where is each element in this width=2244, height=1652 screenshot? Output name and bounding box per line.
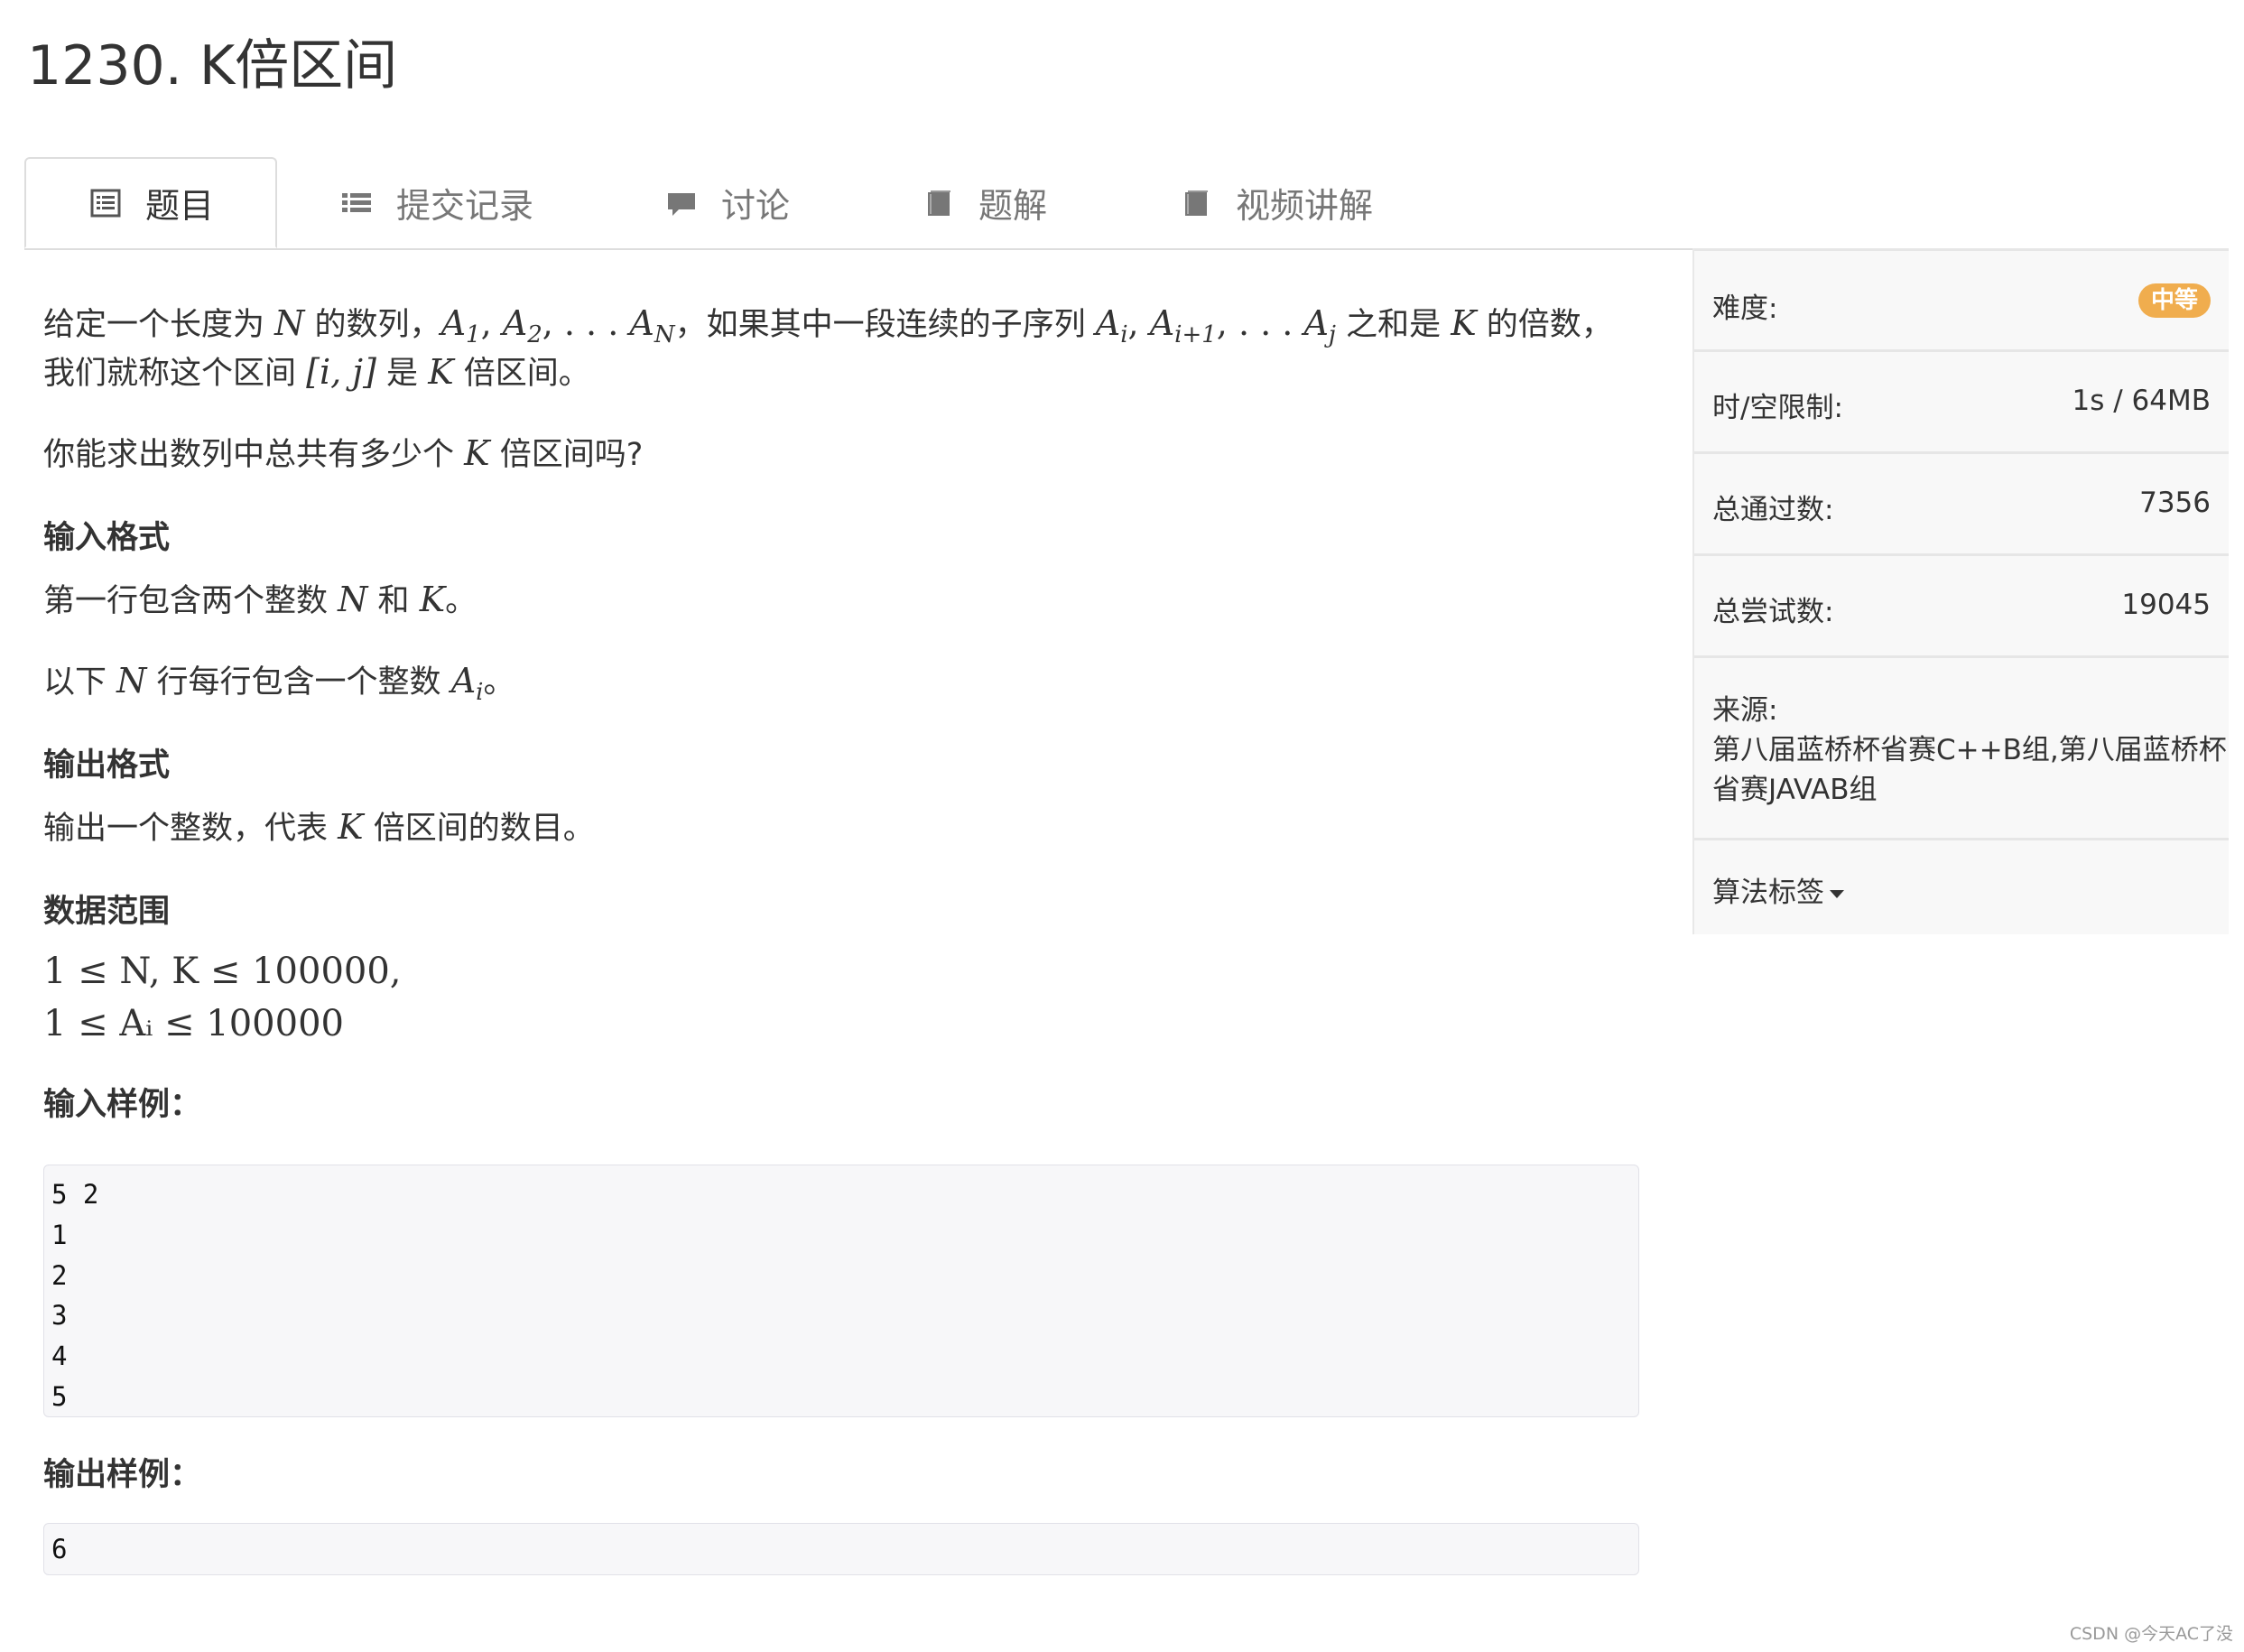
passed-label: 总通过数:: [1712, 494, 1834, 526]
desc-line-2: 我们就称这个区间 [i, j] 是 K 倍区间。: [43, 352, 590, 392]
problem-info-sidebar: 难度: 中等 时/空限制: 1s / 64MB 总通过数: 7356 总尝试数:…: [1692, 248, 2229, 934]
tab-label: 视频讲解: [1236, 186, 1374, 226]
input-line-2: 以下 N 行每行包含一个整数 Ai。: [43, 661, 515, 706]
question-line: 你能求出数列中总共有多少个 K 倍区间吗?: [43, 433, 644, 473]
passed-value: 7356: [2139, 487, 2211, 519]
tab-label: 提交记录: [396, 186, 534, 226]
page-title: 1230. K倍区间: [27, 34, 398, 97]
watermark: CSDN @今天AC了没: [2069, 1624, 2233, 1644]
algorithm-tags-row[interactable]: 算法标签: [1694, 838, 2229, 934]
tab-submissions[interactable]: 提交记录: [340, 157, 533, 248]
input-line-1: 第一行包含两个整数 N 和 K。: [43, 580, 478, 619]
comment-icon: [665, 187, 698, 219]
code-line: 5 2: [51, 1179, 99, 1210]
book-icon: [1180, 187, 1212, 219]
tab-label: 题目: [145, 186, 215, 226]
book-icon: [923, 187, 955, 219]
tab-discussion[interactable]: 讨论: [665, 157, 790, 248]
limit-value: 1s / 64MB: [2072, 385, 2212, 417]
tries-row: 总尝试数: 19045: [1694, 553, 2229, 655]
algorithm-tags-toggle[interactable]: 算法标签: [1712, 869, 1844, 910]
desc-line-1: 给定一个长度为 N 的数列，A1, A2, . . . AN，如果其中一段连续的…: [43, 303, 1613, 348]
output-line: 输出一个整数，代表 K 倍区间的数目。: [43, 807, 595, 847]
difficulty-row: 难度: 中等: [1694, 248, 2229, 349]
code-line: 5: [51, 1380, 68, 1412]
tab-label: 讨论: [721, 186, 791, 226]
tab-solutions[interactable]: 题解: [923, 157, 1047, 248]
limit-row: 时/空限制: 1s / 64MB: [1694, 349, 2229, 451]
data-range-heading: 数据范围: [43, 894, 171, 930]
difficulty-label: 难度:: [1712, 292, 1778, 325]
problem-description: 给定一个长度为 N 的数列，A1, A2, . . . AN，如果其中一段连续的…: [43, 298, 1650, 1130]
passed-row: 总通过数: 7356: [1694, 451, 2229, 553]
sample-output-heading: 输出样例：: [43, 1457, 202, 1493]
tab-label: 题解: [978, 186, 1048, 226]
tab-video[interactable]: 视频讲解: [1180, 157, 1373, 248]
data-range-line-2: 1 ≤ Aᵢ ≤ 100000: [43, 1003, 344, 1044]
source-value-line-1[interactable]: 第八届蓝桥杯省赛C++B组,第八届蓝桥杯: [1712, 727, 2227, 767]
difficulty-badge: 中等: [2137, 283, 2211, 318]
output-format-heading: 输出格式: [43, 747, 171, 784]
sample-input-box[interactable]: 5 2 1 2 3 4 5: [43, 1165, 1639, 1417]
list-alt-icon: [89, 187, 122, 219]
code-line: 6: [51, 1534, 68, 1564]
sample-input-heading: 输入样例：: [43, 1087, 202, 1123]
sample-output-box[interactable]: 6: [43, 1523, 1639, 1575]
source-row: 来源: 第八届蓝桥杯省赛C++B组,第八届蓝桥杯 省赛JAVAB组: [1694, 655, 2229, 838]
code-line: 2: [51, 1259, 68, 1291]
source-value-line-2[interactable]: 省赛JAVAB组: [1712, 766, 1878, 807]
list-icon: [340, 187, 373, 219]
input-format-heading: 输入格式: [43, 520, 171, 556]
code-line: 3: [51, 1300, 68, 1332]
code-line: 4: [51, 1341, 68, 1372]
limit-label: 时/空限制:: [1712, 392, 1843, 424]
caret-down-icon: [1830, 890, 1844, 898]
problem-tabs: 题目 提交记录 讨论 题解 视频讲解: [24, 157, 2228, 250]
data-range-line-1: 1 ≤ N, K ≤ 100000,: [43, 951, 402, 992]
source-label: 来源:: [1712, 694, 1778, 727]
tries-value: 19045: [2121, 589, 2211, 621]
code-line: 1: [51, 1219, 68, 1250]
tries-label: 总尝试数:: [1712, 596, 1834, 628]
tab-problem[interactable]: 题目: [24, 157, 277, 248]
